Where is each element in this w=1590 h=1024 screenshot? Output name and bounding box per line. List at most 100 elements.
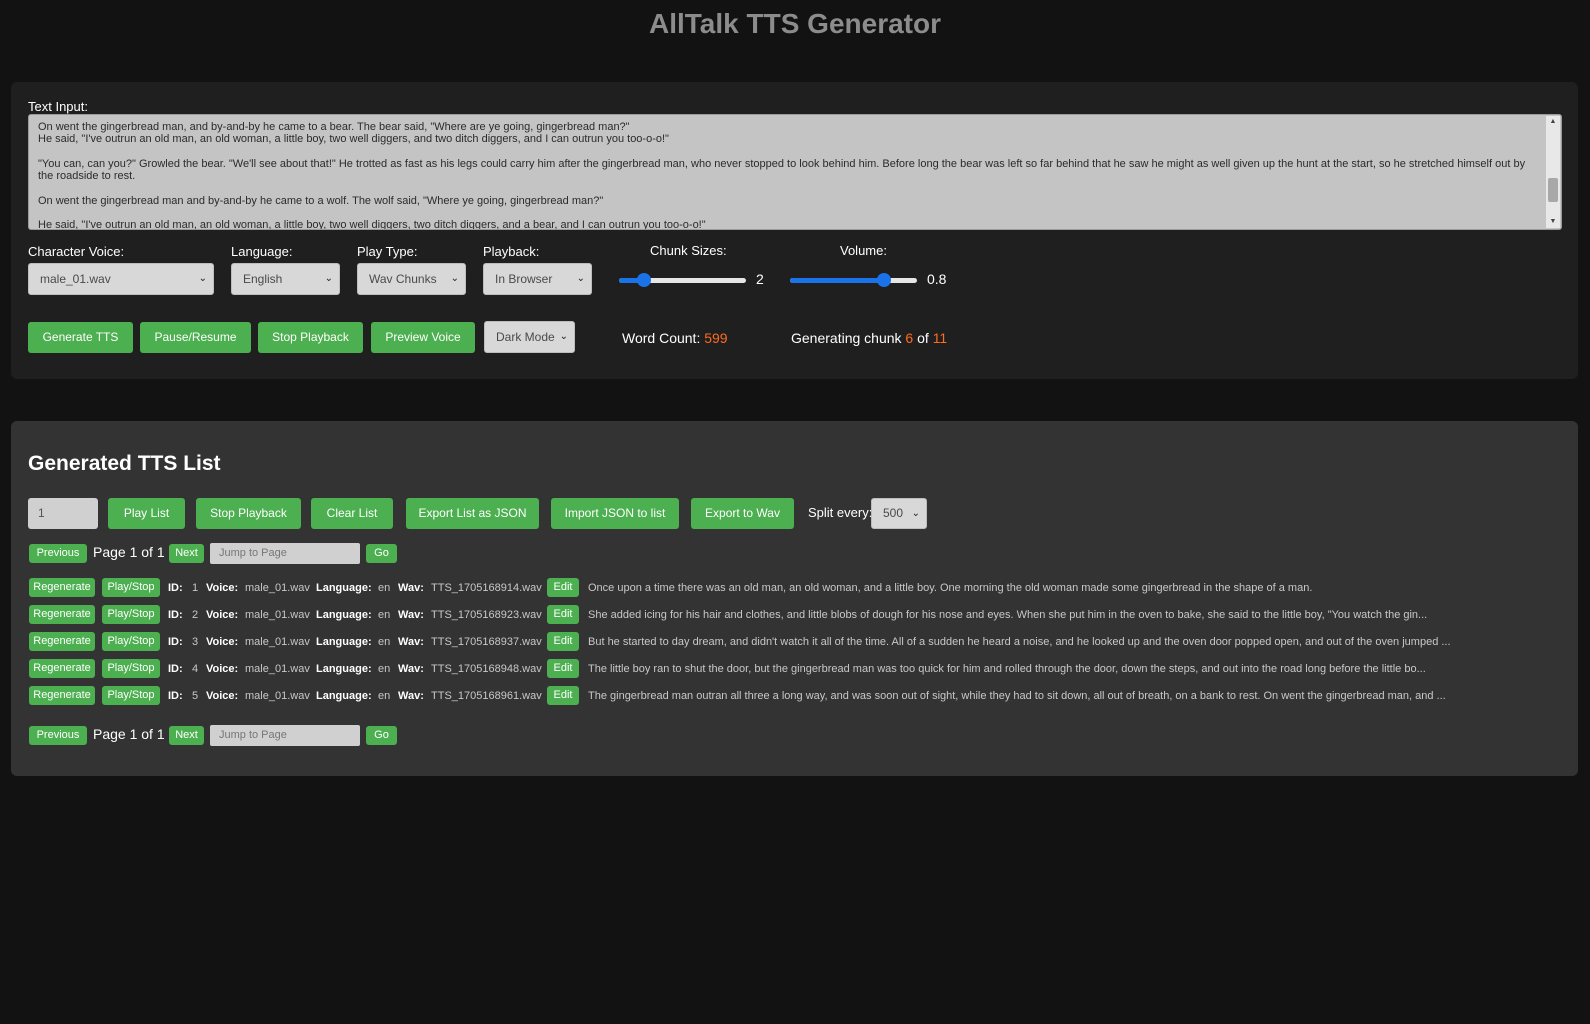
playback-label: Playback: [483, 244, 540, 259]
start-index-input[interactable]: 1 [28, 498, 98, 529]
row-voice: male_01.wav [245, 582, 310, 594]
progress-prefix: Generating chunk [791, 330, 902, 346]
word-count-value: 599 [704, 330, 728, 346]
import-json-button[interactable]: Import JSON to list [551, 498, 679, 529]
page-info: Page 1 of 1 [93, 544, 165, 560]
text-input-area[interactable]: On went the gingerbread man, and by-and-… [28, 114, 1562, 230]
table-row: Regenerate Play/Stop ID: 3 Voice: male_01.wav… [11, 632, 1578, 652]
language-label: Language: [231, 244, 293, 259]
list-title: Generated TTS List [28, 452, 221, 475]
character-voice-label: Character Voice: [28, 244, 125, 259]
character-voice-select[interactable]: male_01.wav ⌄ [28, 263, 214, 295]
row-wav: TTS_1705168948.wav [431, 663, 542, 675]
row-text: The gingerbread man outran all three a l… [588, 690, 1446, 702]
language-label: Language: [316, 690, 372, 702]
play-stop-button[interactable]: Play/Stop [102, 686, 160, 705]
text-input-scrollbar[interactable]: ▲ ▼ [1546, 116, 1560, 228]
row-voice: male_01.wav [245, 636, 310, 648]
voice-label: Voice: [206, 690, 239, 702]
slider-thumb[interactable] [876, 273, 891, 287]
row-id: 2 [192, 609, 199, 621]
chunk-sizes-label: Chunk Sizes: [650, 243, 727, 258]
next-page-button[interactable]: Next [169, 726, 204, 745]
language-label: Language: [316, 663, 372, 675]
wav-label: Wav: [398, 636, 424, 648]
previous-page-button[interactable]: Previous [29, 544, 87, 563]
volume-value: 0.8 [927, 271, 947, 287]
id-label: ID: [168, 663, 183, 675]
theme-value: Dark Mode [496, 330, 555, 344]
scroll-down-arrow-icon[interactable]: ▼ [1546, 216, 1560, 228]
play-stop-button[interactable]: Play/Stop [102, 632, 160, 651]
chunk-size-slider[interactable] [619, 272, 746, 288]
regenerate-button[interactable]: Regenerate [29, 605, 95, 624]
id-label: ID: [168, 609, 183, 621]
edit-button[interactable]: Edit [547, 605, 579, 624]
scroll-up-arrow-icon[interactable]: ▲ [1546, 116, 1560, 128]
edit-button[interactable]: Edit [547, 659, 579, 678]
id-label: ID: [168, 636, 183, 648]
voice-label: Voice: [206, 582, 239, 594]
jump-to-page-input[interactable]: Jump to Page [210, 543, 360, 564]
row-voice: male_01.wav [245, 690, 310, 702]
clear-list-button[interactable]: Clear List [311, 498, 393, 529]
row-id: 4 [192, 663, 199, 675]
jump-to-page-input[interactable]: Jump to Page [210, 725, 360, 746]
text-paragraph: "You can, can you?" Growled the bear. "W… [38, 157, 1529, 183]
text-paragraph: On went the gingerbread man, and by-and-… [38, 121, 669, 146]
table-row: Regenerate Play/Stop ID: 4 Voice: male_01.wav… [11, 659, 1578, 679]
language-label: Language: [316, 636, 372, 648]
split-every-select[interactable]: 500 ⌄ [871, 498, 927, 529]
row-voice: male_01.wav [245, 609, 310, 621]
pause-resume-button[interactable]: Pause/Resume [140, 322, 251, 353]
volume-slider[interactable] [790, 272, 917, 288]
text-paragraph: On went the gingerbread man and by-and-b… [38, 194, 604, 207]
voice-label: Voice: [206, 609, 239, 621]
play-type-value: Wav Chunks [369, 272, 437, 286]
regenerate-button[interactable]: Regenerate [29, 659, 95, 678]
row-language: en [378, 636, 391, 648]
language-label: Language: [316, 582, 372, 594]
scroll-thumb[interactable] [1548, 178, 1558, 202]
list-stop-playback-button[interactable]: Stop Playback [196, 498, 301, 529]
chevron-down-icon: ⌄ [559, 331, 568, 342]
play-stop-button[interactable]: Play/Stop [102, 578, 160, 597]
word-count: Word Count: 599 [622, 330, 728, 346]
voice-label: Voice: [206, 663, 239, 675]
play-list-button[interactable]: Play List [108, 498, 185, 529]
generation-progress: Generating chunk 6 of 11 [791, 330, 947, 346]
go-page-button[interactable]: Go [366, 544, 397, 563]
slider-thumb[interactable] [637, 273, 652, 287]
regenerate-button[interactable]: Regenerate [29, 686, 95, 705]
character-voice-value: male_01.wav [40, 272, 111, 286]
id-label: ID: [168, 582, 183, 594]
table-row: Regenerate Play/Stop ID: 1 Voice: male_01.wav… [11, 578, 1578, 598]
previous-page-button[interactable]: Previous [29, 726, 87, 745]
playback-select[interactable]: In Browser ⌄ [483, 263, 592, 295]
preview-voice-button[interactable]: Preview Voice [371, 322, 475, 353]
play-stop-button[interactable]: Play/Stop [102, 605, 160, 624]
edit-button[interactable]: Edit [547, 578, 579, 597]
regenerate-button[interactable]: Regenerate [29, 578, 95, 597]
text-input-label: Text Input: [28, 99, 88, 114]
row-language: en [378, 690, 391, 702]
generate-tts-button[interactable]: Generate TTS [28, 322, 133, 353]
regenerate-button[interactable]: Regenerate [29, 632, 95, 651]
next-page-button[interactable]: Next [169, 544, 204, 563]
voice-label: Voice: [206, 636, 239, 648]
wav-label: Wav: [398, 582, 424, 594]
row-id: 1 [192, 582, 199, 594]
export-json-button[interactable]: Export List as JSON [406, 498, 539, 529]
theme-select[interactable]: Dark Mode ⌄ [484, 321, 575, 353]
stop-playback-button[interactable]: Stop Playback [258, 322, 363, 353]
play-type-select[interactable]: Wav Chunks ⌄ [357, 263, 466, 295]
edit-button[interactable]: Edit [547, 686, 579, 705]
row-language: en [378, 582, 391, 594]
play-stop-button[interactable]: Play/Stop [102, 659, 160, 678]
edit-button[interactable]: Edit [547, 632, 579, 651]
chunk-size-value: 2 [756, 271, 764, 287]
id-label: ID: [168, 690, 183, 702]
export-wav-button[interactable]: Export to Wav [691, 498, 794, 529]
go-page-button[interactable]: Go [366, 726, 397, 745]
language-select[interactable]: English ⌄ [231, 263, 340, 295]
